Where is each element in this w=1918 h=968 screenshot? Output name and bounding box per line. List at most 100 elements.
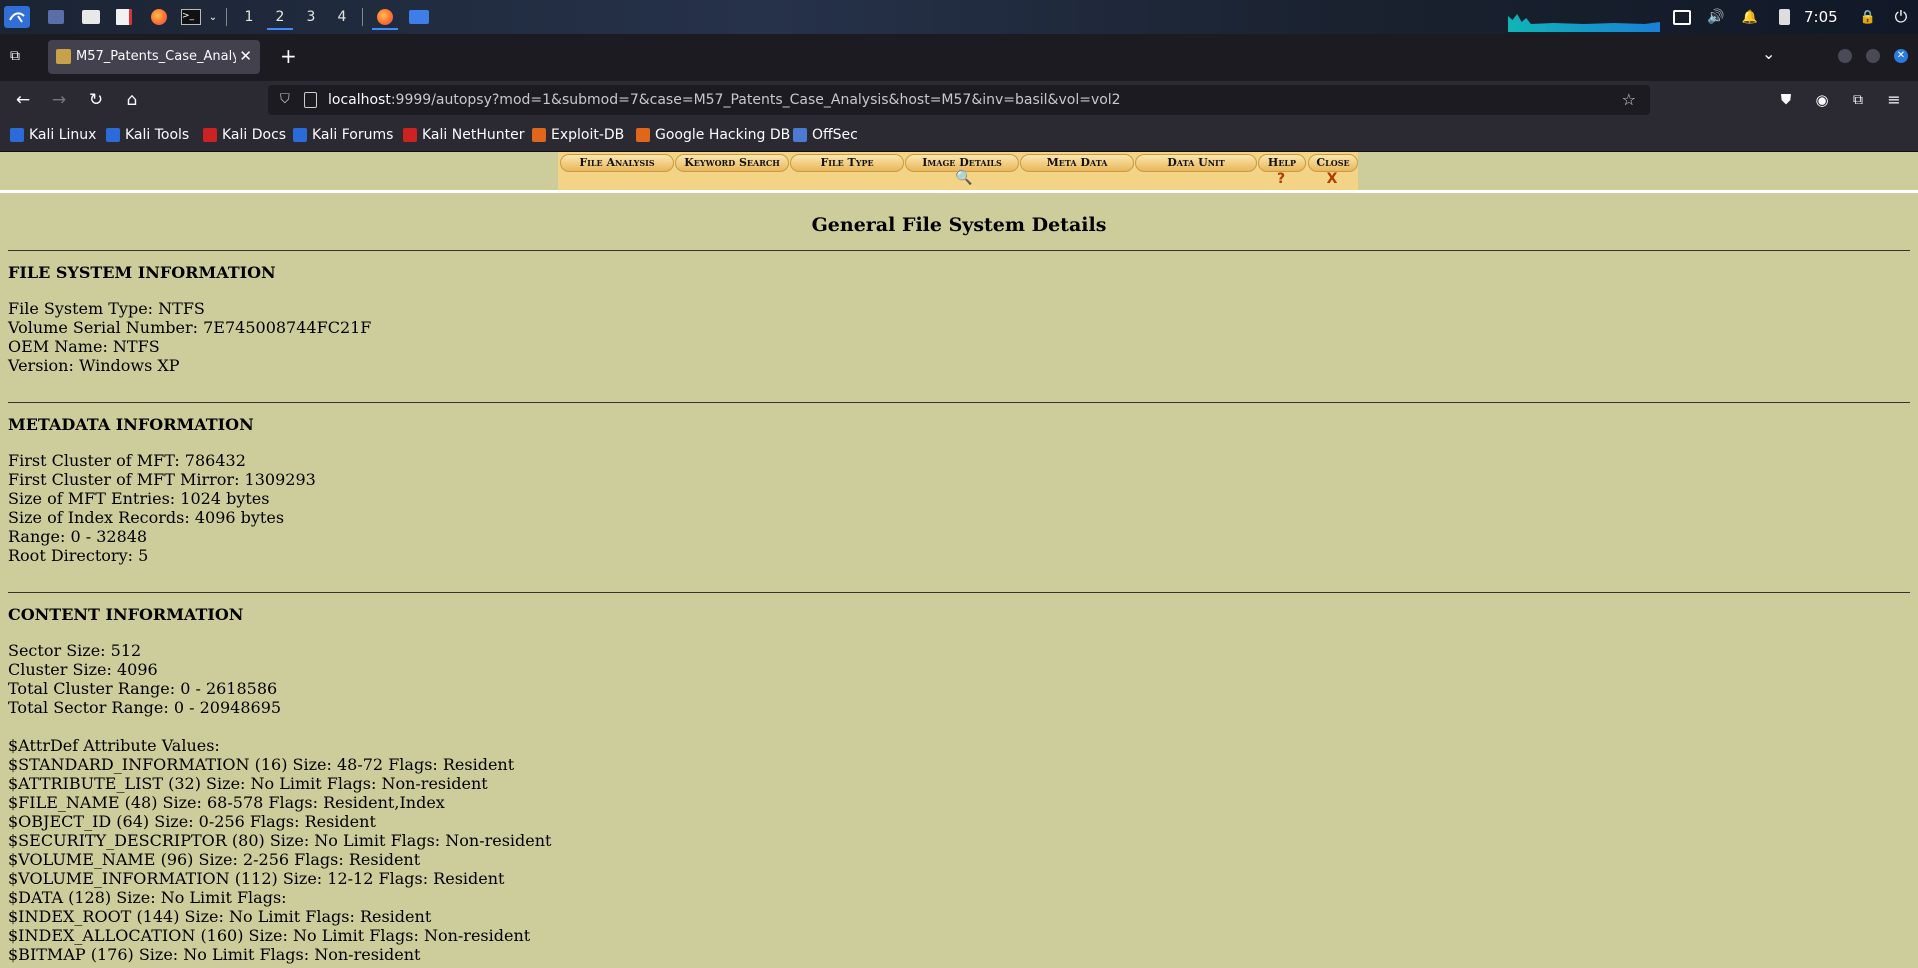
back-icon[interactable]: ←: [11, 89, 35, 111]
url-path: :9999/autopsy?mod=1&submod=7&case=M57_Pa…: [390, 92, 1121, 108]
workspace-2[interactable]: 2: [267, 6, 293, 30]
help-icon[interactable]: ?: [1258, 171, 1304, 187]
home-icon[interactable]: ⌂: [120, 89, 144, 111]
section-heading: CONTENT INFORMATION: [8, 605, 244, 624]
volume-icon[interactable]: 🔊: [1706, 6, 1726, 28]
bookmark-kali-docs[interactable]: Kali Docs: [203, 127, 286, 143]
workspace-4[interactable]: 4: [329, 6, 355, 28]
page-info-icon[interactable]: [304, 92, 317, 108]
info-line: Total Sector Range: 0 - 20948695: [8, 698, 282, 717]
file-system-section: FILE SYSTEM INFORMATION File System Type…: [8, 263, 1910, 375]
keyword-search-button[interactable]: Keyword Search: [675, 154, 789, 172]
shield-icon[interactable]: ⛉: [280, 92, 290, 107]
close-button[interactable]: Close: [1308, 154, 1358, 172]
close-x-icon[interactable]: X: [1308, 171, 1356, 187]
data-unit-button[interactable]: Data Unit: [1135, 154, 1257, 172]
info-line: File System Type: NTFS: [8, 299, 205, 318]
info-line: Version: Windows XP: [8, 356, 180, 375]
minimize-icon[interactable]: [1838, 49, 1852, 63]
extensions-icon[interactable]: ⧉: [1846, 89, 1870, 111]
info-line: Range: 0 - 32848: [8, 527, 148, 546]
help-button[interactable]: Help: [1258, 154, 1306, 172]
window-close-icon[interactable]: ✕: [1894, 49, 1908, 63]
lock-icon[interactable]: 🔒: [1858, 6, 1878, 28]
divider: [8, 250, 1910, 251]
page-title: General File System Details: [811, 214, 1107, 236]
info-line: First Cluster of MFT: 786432: [8, 451, 246, 470]
section-heading: METADATA INFORMATION: [8, 415, 254, 434]
attribute-line: $ATTRIBUTE_LIST (32) Size: No Limit Flag…: [8, 774, 488, 793]
file-manager-icon[interactable]: [80, 6, 102, 28]
cpu-graph: [1508, 14, 1660, 32]
workspace-3[interactable]: 3: [298, 6, 324, 28]
info-line: Cluster Size: 4096: [8, 660, 158, 679]
kali-docs-icon: [203, 128, 217, 142]
kali-menu-icon[interactable]: [4, 6, 30, 28]
meta-data-button[interactable]: Meta Data: [1020, 154, 1134, 172]
display-icon[interactable]: [1672, 6, 1692, 28]
info-line: Volume Serial Number: 7E745008744FC21F: [8, 318, 372, 337]
terminal-icon[interactable]: >_: [180, 6, 202, 28]
firefox-window-icon[interactable]: [372, 6, 398, 30]
system-panel: >_ ⌄ 1 2 3 4 🔊 🔔 7:05 🔒 ⏻: [0, 0, 1918, 34]
bell-icon[interactable]: 🔔: [1740, 6, 1760, 28]
bookmark-offsec[interactable]: OffSec: [793, 127, 858, 143]
workspace-1[interactable]: 1: [236, 6, 262, 28]
offsec-icon: [793, 128, 807, 142]
maximize-icon[interactable]: [1866, 49, 1880, 63]
battery-icon: [1774, 6, 1794, 28]
bookmark-kali-linux[interactable]: Kali Linux: [10, 127, 96, 143]
chevron-down-icon[interactable]: ⌄: [206, 6, 220, 28]
attribute-line: $BITMAP (176) Size: No Limit Flags: Non-…: [8, 945, 421, 964]
kali-nethunter-icon: [403, 128, 417, 142]
divider: [8, 402, 1910, 403]
bookmark-kali-nethunter[interactable]: Kali NetHunter: [403, 127, 524, 143]
attribute-line: $VOLUME_INFORMATION (112) Size: 12-12 Fl…: [8, 869, 505, 888]
attribute-line: $DATA (128) Size: No Limit Flags:: [8, 888, 287, 907]
tab-overview-icon[interactable]: ⧉: [10, 48, 28, 64]
firefox-icon[interactable]: [148, 6, 170, 28]
autopsy-favicon-icon: [56, 49, 71, 64]
forward-icon[interactable]: →: [47, 89, 71, 111]
url-bar[interactable]: ⛉ localhost:9999/autopsy?mod=1&submod=7&…: [268, 85, 1650, 115]
power-icon[interactable]: ⏻: [1890, 6, 1912, 28]
attribute-line: $OBJECT_ID (64) Size: 0-256 Flags: Resid…: [8, 812, 376, 831]
info-line: Sector Size: 512: [8, 641, 142, 660]
new-tab-icon[interactable]: +: [280, 44, 297, 68]
metadata-section: METADATA INFORMATION First Cluster of MF…: [8, 415, 1910, 565]
file-analysis-button[interactable]: File Analysis: [560, 154, 674, 172]
kali-tools-icon: [106, 128, 120, 142]
info-line: $AttrDef Attribute Values:: [8, 736, 220, 755]
info-line: Size of Index Records: 4096 bytes: [8, 508, 285, 527]
info-line: Root Directory: 5: [8, 546, 149, 565]
file-type-button[interactable]: File Type: [790, 154, 904, 172]
browser-nav-bar: ← → ↻ ⌂ ⛉ localhost:9999/autopsy?mod=1&s…: [0, 81, 1918, 119]
bookmark-star-icon[interactable]: ☆: [1622, 90, 1636, 109]
google-hacking-db-icon: [636, 128, 650, 142]
desktop-icon[interactable]: [46, 6, 66, 28]
attribute-line: $VOLUME_NAME (96) Size: 2-256 Flags: Res…: [8, 850, 421, 869]
reload-icon[interactable]: ↻: [84, 89, 108, 111]
section-heading: FILE SYSTEM INFORMATION: [8, 263, 276, 282]
info-line: Size of MFT Entries: 1024 bytes: [8, 489, 270, 508]
close-icon[interactable]: ✕: [239, 47, 252, 65]
attribute-line: $STANDARD_INFORMATION (16) Size: 48-72 F…: [8, 755, 515, 774]
bookmark-kali-tools[interactable]: Kali Tools: [106, 127, 189, 143]
bookmark-exploit-db[interactable]: Exploit-DB: [532, 127, 624, 143]
tab-active[interactable]: M57_Patents_Case_Analy ✕: [48, 40, 260, 74]
account-icon[interactable]: ◉: [1810, 89, 1834, 111]
url-host: localhost: [328, 92, 391, 108]
tab-title: M57_Patents_Case_Analy: [76, 49, 236, 64]
tab-list-icon[interactable]: ⌄: [1762, 44, 1775, 63]
folder-window-icon[interactable]: [406, 6, 432, 28]
menu-icon[interactable]: ≡: [1882, 89, 1906, 111]
magnifier-icon: 🔍: [955, 170, 973, 186]
page-content: General File System Details FILE SYSTEM …: [8, 200, 1910, 964]
bookmark-google-hacking-db[interactable]: Google Hacking DB: [636, 127, 790, 143]
text-editor-icon[interactable]: [114, 6, 134, 28]
pocket-icon[interactable]: ⛊: [1774, 89, 1798, 111]
bookmark-kali-forums[interactable]: Kali Forums: [293, 127, 393, 143]
attribute-line: $FILE_NAME (48) Size: 68-578 Flags: Resi…: [8, 793, 445, 812]
clock: 7:05: [1804, 8, 1838, 26]
